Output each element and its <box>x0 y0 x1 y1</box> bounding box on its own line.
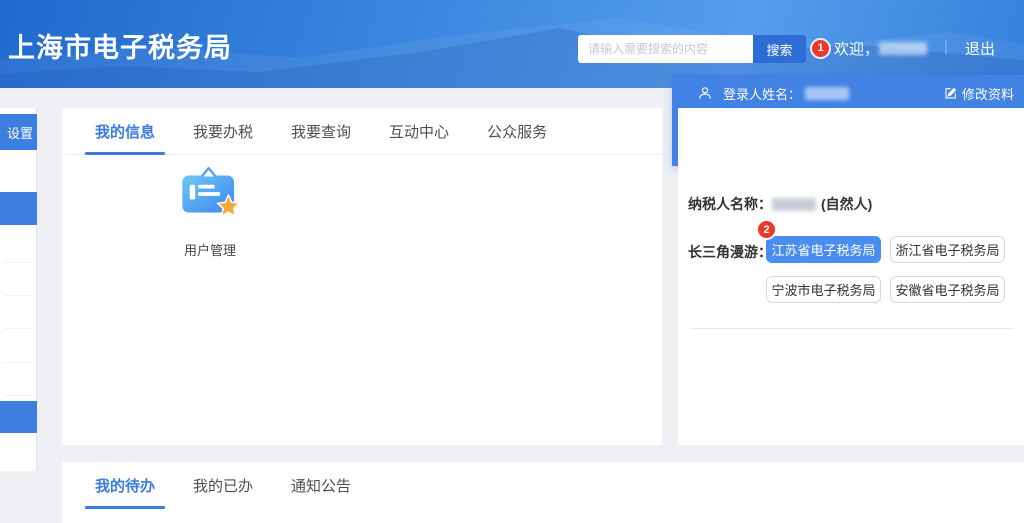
taxpayer-type: (自然人) <box>821 194 872 214</box>
sidebar-divider <box>4 395 32 396</box>
tasks-tab-bar: 我的待办 我的已办 通知公告 <box>62 462 1024 508</box>
taxpayer-name-redacted <box>772 198 816 211</box>
edit-profile-label: 修改资料 <box>962 84 1014 103</box>
tab-my-done[interactable]: 我的已办 <box>183 462 263 508</box>
tab-my-todo[interactable]: 我的待办 <box>85 462 165 508</box>
tasks-card: 我的待办 我的已办 通知公告 <box>62 462 1024 523</box>
user-name-redacted <box>879 42 927 55</box>
roaming-bureau-buttons: 江苏省电子税务局 浙江省电子税务局 宁波市电子税务局 安徽省电子税务局 <box>766 236 1005 303</box>
page-title: 上海市电子税务局 <box>8 26 232 65</box>
search-input[interactable] <box>578 35 753 63</box>
sidebar-item-active-3[interactable] <box>0 401 37 433</box>
login-name-label: 登录人姓名： <box>723 84 801 103</box>
roaming-badge: 2 <box>758 221 775 238</box>
taxpayer-name-row: 纳税人名称： (自然人) <box>688 194 872 214</box>
sidebar-item-settings[interactable]: 设置 <box>0 114 37 150</box>
page: 上海市电子税务局 搜索 1 欢迎， ｜ 退出 登录人姓名： <box>0 0 1024 523</box>
module-label: 用户管理 <box>174 240 246 259</box>
header-search: 搜索 <box>578 35 806 63</box>
sidebar-divider <box>4 328 32 329</box>
login-name-row: 登录人姓名： <box>698 85 849 101</box>
main-card: 我的信息 我要办税 我要查询 互动中心 公众服务 用户管理 <box>62 108 662 445</box>
main-tab-bar: 我的信息 我要办税 我要查询 互动中心 公众服务 <box>62 108 662 155</box>
notification-badge: 1 <box>812 40 829 57</box>
pen-square-icon <box>944 87 957 100</box>
bureau-button-jiangsu[interactable]: 江苏省电子税务局 <box>766 236 881 263</box>
login-name-redacted <box>805 87 849 100</box>
tab-my-info[interactable]: 我的信息 <box>85 108 165 154</box>
bureau-button-zhejiang[interactable]: 浙江省电子税务局 <box>890 236 1005 263</box>
tab-notices[interactable]: 通知公告 <box>281 462 361 508</box>
panel-caret <box>852 68 868 76</box>
taxpayer-card: 纳税人名称： (自然人) 长三角漫游： 2 江苏省电子税务局 浙江省电子税务局 … <box>678 108 1024 445</box>
taxpayer-name-label: 纳税人名称： <box>688 194 772 214</box>
sidebar-divider <box>4 295 32 296</box>
bureau-button-anhui[interactable]: 安徽省电子税务局 <box>890 276 1005 303</box>
tab-tax-handling[interactable]: 我要办税 <box>183 108 263 154</box>
roaming-label: 长三角漫游： <box>688 242 772 262</box>
person-icon <box>698 86 712 100</box>
sidebar-item-active-2[interactable] <box>0 192 37 225</box>
id-badge-star-icon <box>174 165 246 223</box>
logout-button[interactable]: 退出 <box>965 38 995 59</box>
section-divider <box>690 328 1014 329</box>
welcome-area: 1 欢迎， ｜ 退出 <box>812 34 995 62</box>
edit-profile-button[interactable]: 修改资料 <box>944 84 1014 103</box>
bureau-button-ningbo[interactable]: 宁波市电子税务局 <box>766 276 881 303</box>
module-user-management[interactable]: 用户管理 <box>174 165 246 259</box>
sidebar-menu: 设置 <box>0 108 37 471</box>
sidebar-divider <box>4 262 32 263</box>
separator: ｜ <box>939 38 953 58</box>
tab-inquiry[interactable]: 我要查询 <box>281 108 361 154</box>
tab-public-services[interactable]: 公众服务 <box>477 108 557 154</box>
search-button[interactable]: 搜索 <box>753 35 806 63</box>
tab-interaction-center[interactable]: 互动中心 <box>379 108 459 154</box>
sidebar-divider <box>4 362 32 363</box>
welcome-label: 欢迎， <box>834 38 879 59</box>
